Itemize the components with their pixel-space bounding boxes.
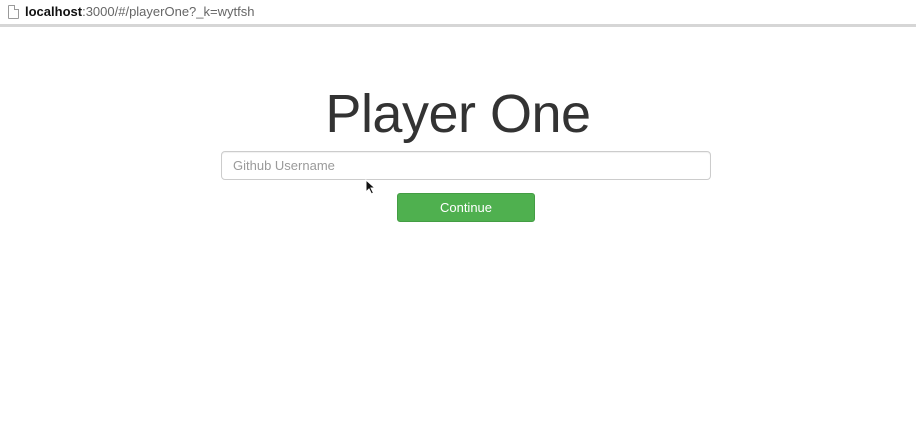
- address-bar[interactable]: localhost:3000/#/playerOne?_k=wytfsh: [0, 0, 916, 27]
- continue-button[interactable]: Continue: [397, 193, 535, 222]
- github-username-input[interactable]: [221, 151, 711, 180]
- url-path: :3000/#/playerOne?_k=wytfsh: [82, 4, 255, 19]
- mouse-pointer-icon: [365, 179, 377, 195]
- url-text[interactable]: localhost:3000/#/playerOne?_k=wytfsh: [25, 4, 254, 20]
- page-icon: [8, 5, 19, 19]
- page-content: Player One Continue: [0, 27, 916, 436]
- url-host: localhost: [25, 4, 83, 19]
- page-title: Player One: [325, 84, 591, 144]
